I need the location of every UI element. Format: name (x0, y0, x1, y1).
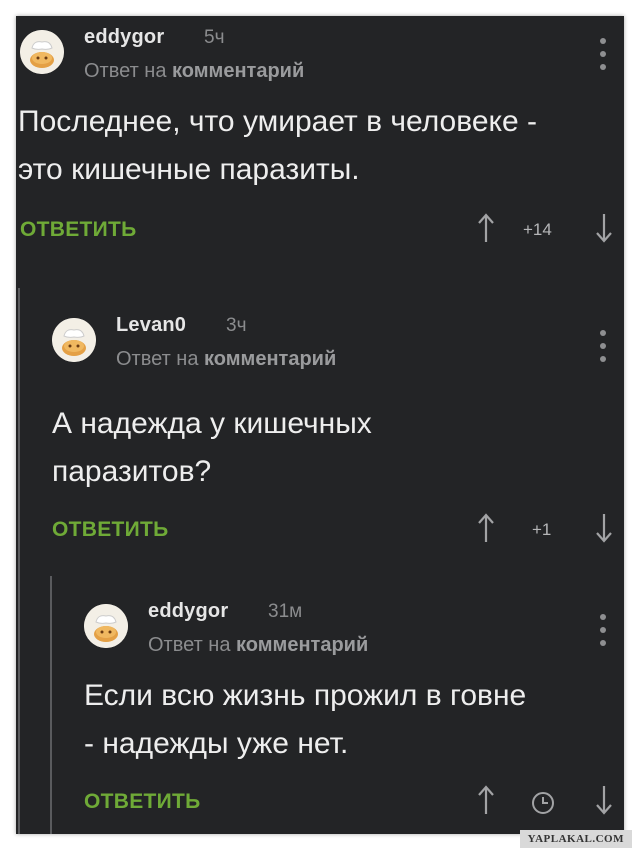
reply-prefix: Ответ на (84, 60, 167, 82)
comment-2: Levan0 3ч Ответ на комментарий А надежда… (16, 296, 624, 566)
avatar[interactable] (52, 318, 96, 362)
upvote-arrow-icon[interactable] (476, 212, 496, 244)
more-options-icon[interactable] (598, 614, 608, 648)
comment-text: А надежда у кишечных паразитов? (52, 407, 372, 488)
username[interactable]: Levan0 (116, 314, 186, 337)
more-options-icon[interactable] (598, 38, 608, 72)
clock-icon (532, 792, 554, 814)
avatar-chef-icon (52, 318, 96, 362)
upvote-arrow-icon[interactable] (476, 784, 496, 816)
avatar[interactable] (84, 604, 128, 648)
timestamp: 31м (268, 601, 303, 622)
avatar-chef-icon (84, 604, 128, 648)
reply-target-link[interactable]: комментарий (204, 348, 336, 370)
reply-button[interactable]: ОТВЕТИТЬ (20, 218, 137, 242)
reply-target-link[interactable]: комментарий (172, 60, 304, 82)
comment-1: eddygor 5ч Ответ на комментарий Последне… (16, 16, 624, 286)
avatar-chef-icon (20, 30, 64, 74)
comment-text: Последнее, что умирает в человеке - это … (18, 105, 537, 186)
reply-target-link[interactable]: комментарий (236, 634, 368, 656)
reply-to-line: Ответ на комментарий (148, 634, 368, 657)
reply-to-line: Ответ на комментарий (116, 348, 336, 371)
vote-score: +1 (532, 520, 552, 539)
more-options-icon[interactable] (598, 330, 608, 364)
comment-3: eddygor 31м Ответ на комментарий Если вс… (16, 586, 624, 834)
reply-button[interactable]: ОТВЕТИТЬ (52, 518, 169, 542)
username[interactable]: eddygor (84, 26, 164, 49)
username[interactable]: eddygor (148, 600, 228, 623)
timestamp: 3ч (226, 315, 247, 336)
downvote-arrow-icon[interactable] (594, 784, 614, 816)
timestamp: 5ч (204, 27, 225, 48)
reply-prefix: Ответ на (148, 634, 231, 656)
comment-text: Если всю жизнь прожил в говне - надежды … (84, 679, 527, 760)
upvote-arrow-icon[interactable] (476, 512, 496, 544)
vote-score: +14 (523, 220, 552, 239)
reply-to-line: Ответ на комментарий (84, 60, 304, 83)
downvote-arrow-icon[interactable] (594, 212, 614, 244)
reply-button[interactable]: ОТВЕТИТЬ (84, 790, 201, 814)
reply-prefix: Ответ на (116, 348, 199, 370)
avatar[interactable] (20, 30, 64, 74)
watermark: YAPLAKAL.COM (519, 830, 632, 848)
comments-screen: eddygor 5ч Ответ на комментарий Последне… (16, 16, 624, 834)
downvote-arrow-icon[interactable] (594, 512, 614, 544)
